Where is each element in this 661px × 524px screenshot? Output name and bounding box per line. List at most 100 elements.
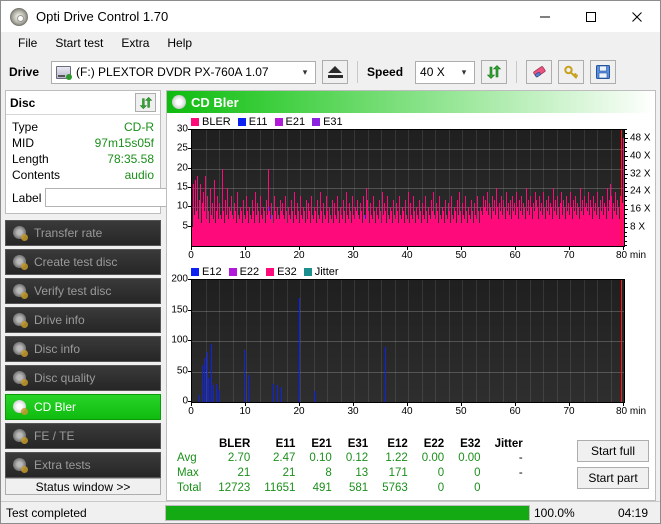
chart-panel-header: CD Bler <box>167 91 655 113</box>
eject-button[interactable] <box>322 60 348 84</box>
axis-tick-label: 10 <box>239 250 250 261</box>
sidebar-item-verify-test-disc[interactable]: Verify test disc <box>5 278 161 304</box>
axis-minor-tick <box>625 156 627 157</box>
disc-icon <box>12 254 28 270</box>
axis-tick <box>515 247 516 250</box>
axis-tick <box>299 403 300 406</box>
key-button[interactable] <box>558 60 584 84</box>
disc-icon <box>172 95 186 109</box>
axis-tick-label: 15 <box>177 182 188 193</box>
legend-swatch <box>229 268 237 276</box>
menu-item-help[interactable]: Help <box>158 34 201 52</box>
axis-tick-label: 20 <box>177 162 188 173</box>
axis-minor-tick <box>625 174 627 175</box>
e12-chart-x-axis: 01020304050607080 min <box>191 403 625 419</box>
e12-chart-legend: E12 E22 E32 <box>169 265 653 279</box>
legend-swatch <box>304 268 312 276</box>
bler-chart-plot[interactable] <box>191 129 625 247</box>
drive-select[interactable]: (F:) PLEXTOR DVDR PX-760A 1.07 ▾ <box>51 61 316 84</box>
stats-cell: 11651 <box>257 481 302 496</box>
axis-tick <box>245 247 246 250</box>
axis-tick-label: 0 <box>188 406 194 417</box>
axis-tick <box>461 247 462 250</box>
sidebar-item-drive-info[interactable]: Drive info <box>5 307 161 333</box>
gridline-horizontal <box>192 169 624 170</box>
start-part-button[interactable]: Start part <box>577 467 649 489</box>
refresh-button[interactable] <box>481 60 507 84</box>
axis-minor-tick <box>625 142 627 143</box>
disc-row-mid-key: MID <box>12 135 34 151</box>
legend-e11: E11 <box>238 116 268 128</box>
disc-row-contents-value: audio <box>125 167 154 183</box>
axis-tick-label: 70 <box>563 250 574 261</box>
stats-col-e11: E11 <box>257 438 302 451</box>
chart-bar <box>216 384 217 402</box>
table-row: Avg 2.70 2.47 0.10 0.12 1.22 0.00 0.00 - <box>175 451 530 466</box>
stats-col-e12: E12 <box>375 438 415 451</box>
axis-tick-label: 60 <box>509 406 520 417</box>
stats-cell: 2.70 <box>211 451 257 466</box>
sidebar-item-extra-tests[interactable]: Extra tests <box>5 452 161 478</box>
sidebar-item-transfer-rate[interactable]: Transfer rate <box>5 220 161 246</box>
axis-minor-tick <box>625 129 627 130</box>
toolbar: Drive (F:) PLEXTOR DVDR PX-760A 1.07 ▾ S… <box>1 54 660 90</box>
disc-panel-title: Disc <box>10 96 135 110</box>
legend-e32: E32 <box>266 266 297 278</box>
axis-tick <box>407 403 408 406</box>
disc-icon <box>12 428 28 444</box>
disc-refresh-button[interactable] <box>135 93 156 112</box>
legend-label: E12 <box>202 266 222 278</box>
sidebar-item-create-test-disc[interactable]: Create test disc <box>5 249 161 275</box>
chart-bar <box>244 350 245 402</box>
sidebar-item-disc-quality[interactable]: Disc quality <box>5 365 161 391</box>
legend-swatch <box>266 268 274 276</box>
axis-tick-label: 0 <box>188 250 194 261</box>
sidebar-item-label: Verify test disc <box>34 284 111 298</box>
menu-item-start-test[interactable]: Start test <box>46 34 112 52</box>
maximize-icon[interactable] <box>568 1 614 32</box>
table-row: Total 12723 11651 491 581 5763 0 0 <box>175 481 530 496</box>
stats-cell: 171 <box>375 466 415 481</box>
start-full-button[interactable]: Start full <box>577 440 649 462</box>
chart-bar <box>208 378 209 402</box>
sidebar-item-disc-info[interactable]: Disc info <box>5 336 161 362</box>
legend-label: E32 <box>277 266 297 278</box>
stats-cell: 0 <box>451 481 487 496</box>
legend-e22: E22 <box>229 266 260 278</box>
axis-tick-label: 80 min <box>616 406 646 417</box>
axis-tick-label: 150 <box>171 304 188 315</box>
axis-minor-tick <box>625 223 627 224</box>
speed-select-value: 40 X <box>420 65 445 79</box>
stats-col-jitter: Jitter <box>488 438 530 451</box>
sidebar-item-cd-bler[interactable]: CD Bler <box>5 394 161 420</box>
close-icon[interactable] <box>614 1 660 32</box>
sidebar-item-label: Disc quality <box>34 371 95 385</box>
e12-chart-plot[interactable] <box>191 279 625 403</box>
menu-item-file[interactable]: File <box>9 34 46 52</box>
axis-minor-tick <box>625 232 627 233</box>
app-disc-icon <box>10 8 28 26</box>
stats-col-bler: BLER <box>211 438 257 451</box>
main-content: Disc Type CD-R MID 97m1 <box>1 90 660 501</box>
stats-cell: 1.22 <box>375 451 415 466</box>
minimize-icon[interactable] <box>522 1 568 32</box>
sidebar-item-label: CD Bler <box>34 400 76 414</box>
axis-minor-tick <box>625 147 627 148</box>
axis-tick-label: 40 <box>401 250 412 261</box>
stats-cell: 0 <box>451 466 487 481</box>
sidebar-item-fe-te[interactable]: FE / TE <box>5 423 161 449</box>
axis-tick <box>407 247 408 250</box>
axis-minor-tick <box>625 169 627 170</box>
axis-tick-label: 70 <box>563 406 574 417</box>
e12-chart-y-axis: 050100150200 <box>169 279 191 401</box>
chart-bar <box>248 375 249 402</box>
bler-chart-x-axis: 01020304050607080 min <box>191 247 625 263</box>
axis-minor-tick <box>625 165 627 166</box>
menu-item-extra[interactable]: Extra <box>112 34 158 52</box>
status-window-button[interactable]: Status window >> <box>5 478 161 495</box>
progress-bar <box>165 505 530 521</box>
erase-button[interactable] <box>526 60 552 84</box>
speed-select[interactable]: 40 X ▾ <box>415 61 475 84</box>
save-button[interactable] <box>590 60 616 84</box>
axis-minor-tick <box>625 183 627 184</box>
